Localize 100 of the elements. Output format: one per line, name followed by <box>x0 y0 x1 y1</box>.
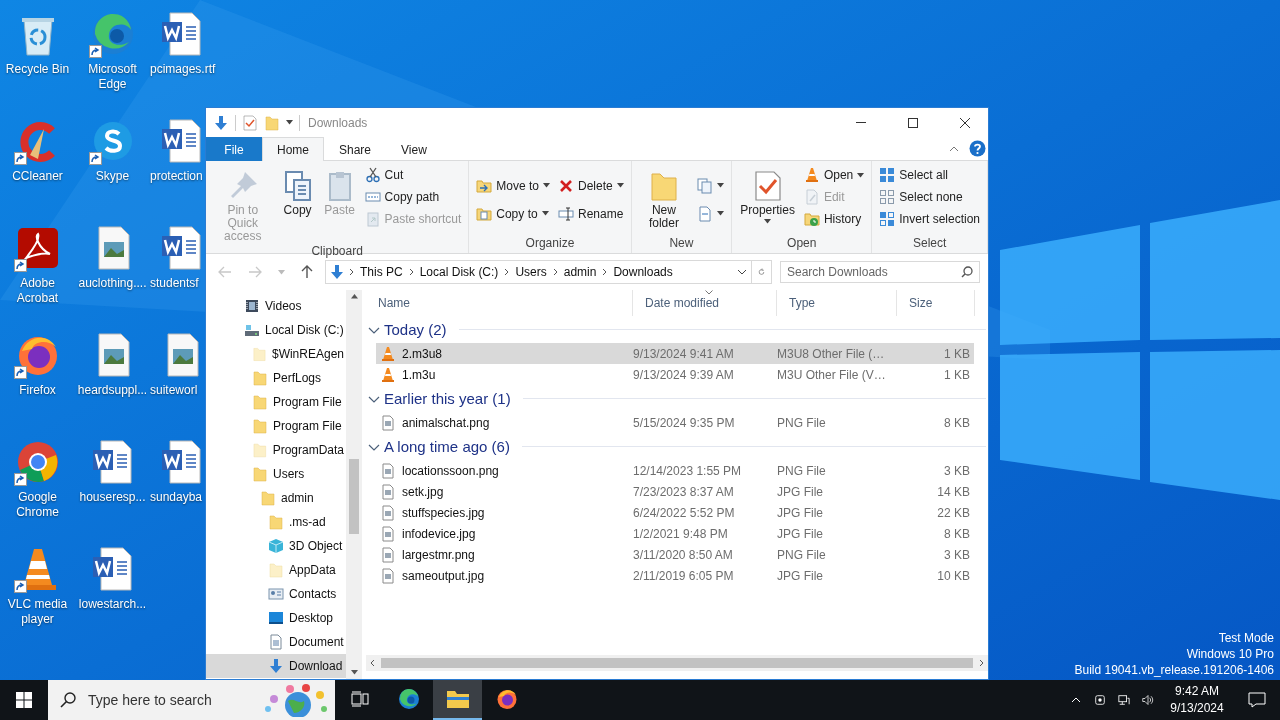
desktop-shortcut[interactable]: auclothing.... <box>75 218 150 291</box>
file-row[interactable]: largestmr.png 3/11/2020 8:50 AM PNG File 3 KB <box>376 544 974 565</box>
breadcrumb[interactable]: Users <box>513 265 549 279</box>
volume-icon <box>1142 693 1154 707</box>
tree-item[interactable]: .ms-ad <box>206 510 346 534</box>
taskbar-app[interactable] <box>433 680 482 720</box>
desktop-shortcut[interactable]: Firefox <box>0 325 75 398</box>
file-row[interactable]: infodevice.jpg 1/2/2021 9:48 PM JPG File 8 KB <box>376 523 974 544</box>
desktop-shortcut[interactable]: CCleaner <box>0 111 75 184</box>
address-bar[interactable]: This PC Local Disk (C:) Users admin Downloads <box>325 260 772 284</box>
file-row[interactable]: sameoutput.jpg 2/11/2019 6:05 PM JPG File 10 KB <box>376 565 974 586</box>
column-header[interactable]: Date modified <box>633 290 777 316</box>
search-field[interactable]: Search Downloads <box>787 265 955 279</box>
tree-item[interactable]: $WinREAgen <box>206 342 346 366</box>
tree-item[interactable]: 3D Object <box>206 534 346 558</box>
grid-icon <box>879 167 896 183</box>
file-row[interactable]: animalschat.png 5/15/2024 9:35 PM PNG File 8 KB <box>376 412 974 433</box>
collapse-ribbon-icon[interactable] <box>949 145 959 152</box>
file-row[interactable]: 2.m3u8 9/13/2024 9:41 AM M3U8 Other File (… 1 KB <box>376 343 974 364</box>
ribbon-button[interactable]: Move to <box>473 174 553 197</box>
scrollbar[interactable] <box>346 290 362 679</box>
tree-item[interactable]: Desktop <box>206 606 346 630</box>
ribbon-button[interactable]: Cut <box>361 164 465 186</box>
monitor-icon <box>268 610 284 626</box>
desktop-shortcut[interactable]: Adobe Acrobat <box>0 218 75 306</box>
desktop-shortcut[interactable]: Google Chrome <box>0 432 75 520</box>
file-menu-button[interactable]: File <box>206 137 262 161</box>
desktop-shortcut[interactable]: heardsuppl... <box>75 325 150 398</box>
checked-page-icon <box>242 114 258 131</box>
ribbon-button[interactable]: Delete <box>554 174 627 197</box>
file-row[interactable]: 1.m3u 9/13/2024 9:39 AM M3U Other File (V… 1 KB <box>376 364 974 385</box>
tree-item[interactable]: Program File <box>206 414 346 438</box>
ribbon-button[interactable]: History <box>800 208 868 230</box>
desktop-shortcut[interactable]: Skype <box>75 111 150 184</box>
traffic-cone-icon <box>380 345 396 362</box>
folder-icon <box>252 418 268 434</box>
clock[interactable]: 9:42 AM 9/13/2024 <box>1160 682 1234 718</box>
taskbar-search-box[interactable]: Type here to search <box>48 680 335 720</box>
breadcrumb[interactable]: Local Disk (C:) <box>417 265 501 279</box>
tree-item[interactable]: PerfLogs <box>206 366 346 390</box>
ribbon-button[interactable]: Properties <box>736 164 799 224</box>
ribbon-tab[interactable]: Share <box>324 137 387 161</box>
ribbon-button[interactable]: Copy <box>277 164 318 217</box>
tree-item[interactable]: Contacts <box>206 582 346 606</box>
breadcrumb[interactable]: admin <box>561 265 599 279</box>
breadcrumb[interactable]: Downloads <box>611 265 675 279</box>
scrollbar-thumb[interactable] <box>381 658 973 668</box>
tree-item[interactable]: Users <box>206 462 346 486</box>
tree-item[interactable]: ProgramData <box>206 438 346 462</box>
desktop-shortcut[interactable]: VLC media player <box>0 539 75 627</box>
breadcrumb[interactable]: This PC <box>358 265 405 279</box>
ribbon-button[interactable]: Select none <box>876 186 983 208</box>
ribbon-button[interactable]: Invert selection <box>876 208 983 230</box>
file-row[interactable]: locationssoon.png 12/14/2023 1:55 PM PNG File 3 KB <box>376 460 974 481</box>
file-row[interactable]: stuffspecies.jpg 6/24/2022 5:52 PM JPG File 22 KB <box>376 502 974 523</box>
desktop-shortcut[interactable]: lowestarch... <box>75 539 150 612</box>
group-label: New <box>668 235 695 252</box>
scrollbar[interactable] <box>366 655 988 671</box>
folder-page-icon <box>476 205 493 222</box>
tree-item[interactable]: admin <box>206 486 346 510</box>
windows-icon <box>16 692 32 708</box>
ribbon-tab[interactable]: View <box>386 137 442 161</box>
search-box[interactable]: Search Downloads <box>780 261 980 283</box>
ribbon-button[interactable]: Copy to <box>473 202 553 225</box>
desktop-shortcut[interactable]: Microsoft Edge <box>75 4 150 92</box>
window-title: Downloads <box>308 115 369 130</box>
network-icon <box>1118 693 1130 707</box>
tree-item[interactable]: Videos <box>206 294 346 318</box>
tree-item[interactable]: AppData <box>206 558 346 582</box>
column-header[interactable]: Type <box>777 290 897 316</box>
image-file-icon <box>380 483 396 500</box>
ribbon-button[interactable]: Select all <box>876 164 983 186</box>
tree-item[interactable]: Document <box>206 630 346 654</box>
desktop-shortcut[interactable]: protection <box>150 111 206 184</box>
group-label: Open <box>786 235 818 252</box>
image-file-icon <box>380 546 396 563</box>
desktop-shortcut[interactable]: suiteworl <box>150 325 206 398</box>
tree-item[interactable]: Program File <box>206 390 346 414</box>
dropdown-icon[interactable] <box>737 269 747 275</box>
chevron-icon <box>602 268 608 276</box>
desktop-shortcut[interactable]: sundayba <box>150 432 206 505</box>
ribbon-button[interactable]: New folder <box>635 164 693 230</box>
tree-item[interactable]: Local Disk (C:) <box>206 318 346 342</box>
desktop-shortcut[interactable]: houseresp... <box>75 432 150 505</box>
column-header[interactable]: Name <box>366 290 633 316</box>
type-cell-text: PNG File <box>777 463 827 478</box>
folder-icon <box>268 562 284 578</box>
ribbon-button[interactable]: Rename <box>554 202 627 225</box>
tree-item[interactable]: Download <box>206 654 346 678</box>
desktop-shortcut[interactable]: pcimages.rtf <box>150 4 216 77</box>
help-icon[interactable] <box>969 140 986 157</box>
ribbon-tab[interactable]: Home <box>262 137 324 161</box>
column-header[interactable]: Size <box>897 290 975 316</box>
file-row[interactable]: setk.jpg 7/23/2023 8:37 AM JPG File 14 KB <box>376 481 974 502</box>
ribbon-button[interactable]: Open <box>800 164 868 186</box>
desktop-shortcut[interactable]: studentsf <box>150 218 206 291</box>
desktop-shortcut[interactable]: Recycle Bin <box>0 4 75 77</box>
scrollbar-thumb[interactable] <box>349 459 359 534</box>
taskbar-search-field[interactable]: Type here to search <box>86 691 250 709</box>
ribbon-button[interactable]: Copy path <box>361 186 465 208</box>
